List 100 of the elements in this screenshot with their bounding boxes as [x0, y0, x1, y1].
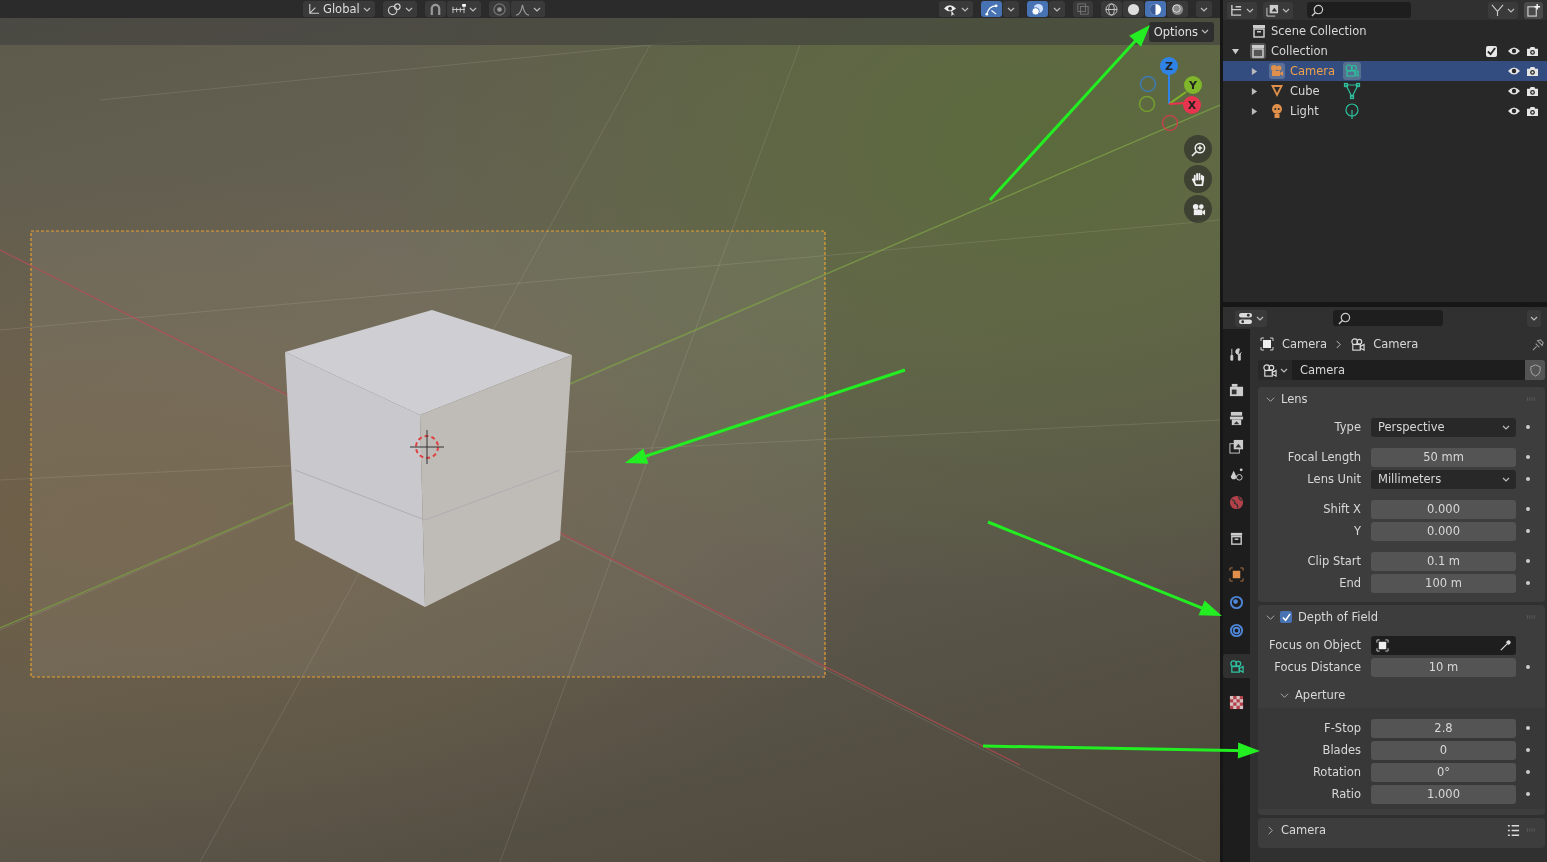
render-camera-icon[interactable] — [1526, 65, 1539, 77]
falloff-curve-icon — [514, 2, 530, 16]
mesh-data-icon[interactable] — [1343, 82, 1361, 100]
eye-icon[interactable] — [1507, 86, 1521, 96]
pin-icon[interactable] — [1532, 337, 1545, 351]
light-data-icon[interactable] — [1343, 102, 1361, 120]
collection-box-icon — [1252, 24, 1266, 38]
overlays-dropdown[interactable] — [1049, 1, 1065, 17]
checkbox[interactable] — [1486, 45, 1497, 57]
outliner-row[interactable]: Light — [1223, 101, 1547, 121]
property-label: Focal Length — [1286, 450, 1362, 464]
number-field[interactable]: 1.000 — [1371, 784, 1516, 804]
search-field[interactable] — [1307, 2, 1411, 18]
render-camera-icon[interactable] — [1526, 85, 1539, 97]
keyframe-dot[interactable] — [1526, 455, 1530, 459]
checkbox[interactable] — [1280, 611, 1292, 623]
snap-toggle[interactable] — [424, 1, 446, 17]
gizmo-dropdown[interactable] — [1003, 1, 1019, 17]
keyframe-dot[interactable] — [1526, 581, 1530, 585]
keyframe-dot[interactable] — [1526, 748, 1530, 752]
eye-icon[interactable] — [1507, 46, 1521, 56]
data-browse-dropdown[interactable] — [1258, 360, 1292, 380]
number-field[interactable]: 0 — [1371, 740, 1516, 760]
number-field[interactable]: 100 m — [1371, 573, 1516, 593]
properties-tab[interactable] — [1223, 654, 1250, 678]
falloff-dropdown[interactable] — [510, 1, 545, 17]
shading-mode-button[interactable] — [1123, 1, 1144, 17]
collapsed-triangle-icon[interactable] — [1251, 67, 1258, 75]
search-field[interactable] — [1333, 310, 1443, 326]
transform-orientation-dropdown[interactable]: Global — [303, 1, 375, 17]
overlays-toggle[interactable] — [1027, 1, 1048, 17]
xray-icon — [1077, 3, 1089, 15]
shading-mode-button[interactable] — [1101, 1, 1122, 17]
fake-user-button[interactable] — [1525, 360, 1545, 380]
expanded-triangle-icon[interactable] — [1232, 47, 1239, 55]
shading-dropdown[interactable] — [1196, 1, 1212, 17]
filter-dropdown[interactable] — [1263, 1, 1293, 19]
eye-icon[interactable] — [1507, 106, 1521, 116]
keyframe-dot[interactable] — [1526, 792, 1530, 796]
keyframe-dot[interactable] — [1526, 770, 1530, 774]
tree-item[interactable]: Scene Collection — [1271, 24, 1367, 38]
pivot-point-dropdown[interactable] — [382, 1, 417, 17]
outliner-row[interactable]: Camera — [1223, 61, 1547, 81]
number-field[interactable]: 10 m — [1371, 657, 1516, 677]
dropdown[interactable]: Millimeters — [1371, 469, 1516, 489]
object-field[interactable] — [1371, 635, 1516, 655]
property-label: Ratio — [1330, 787, 1362, 801]
shading-mode-button[interactable] — [1145, 1, 1166, 17]
eyedropper-icon[interactable] — [1499, 638, 1512, 652]
proportional-editing-toggle[interactable] — [488, 1, 510, 17]
chevron-down-icon[interactable] — [1280, 690, 1289, 700]
chevron-down-icon[interactable] — [1266, 612, 1275, 622]
number-field[interactable]: 2.8 — [1371, 718, 1516, 738]
zoom-button[interactable] — [1184, 135, 1212, 163]
visibility-dropdown[interactable] — [939, 1, 973, 17]
shading-mode-button[interactable] — [1167, 1, 1188, 17]
magnet-icon — [428, 2, 442, 16]
render-camera-icon[interactable] — [1526, 45, 1539, 57]
render-camera-icon[interactable] — [1526, 105, 1539, 117]
number-field[interactable]: 0.1 m — [1371, 551, 1516, 571]
panel-title[interactable]: Camera — [1281, 823, 1327, 837]
display-mode-dropdown[interactable] — [1227, 1, 1257, 19]
number-field[interactable]: 0.000 — [1371, 499, 1516, 519]
xray-toggle[interactable] — [1073, 1, 1093, 17]
number-field[interactable]: 0.000 — [1371, 521, 1516, 541]
property-label: Clip Start — [1306, 554, 1362, 568]
new-collection-button[interactable] — [1524, 1, 1543, 19]
keyframe-dot[interactable] — [1526, 507, 1530, 511]
camera-view-button[interactable] — [1184, 195, 1212, 223]
panel-title[interactable]: Lens — [1281, 392, 1308, 406]
number-field[interactable]: 0° — [1371, 762, 1516, 782]
magnifier-plus-icon — [1190, 141, 1206, 157]
panel-title[interactable]: Depth of Field — [1298, 610, 1378, 624]
editor-type-dropdown[interactable] — [1235, 309, 1267, 327]
datablock-name-field[interactable]: Camera — [1292, 360, 1525, 380]
caret-icon — [961, 6, 969, 12]
keyframe-dot[interactable] — [1526, 665, 1530, 669]
collapsed-triangle-icon[interactable] — [1251, 107, 1258, 115]
eye-icon[interactable] — [1507, 66, 1521, 76]
keyframe-dot[interactable] — [1526, 726, 1530, 730]
presets-list-icon[interactable] — [1507, 823, 1520, 837]
keyframe-dot[interactable] — [1526, 477, 1530, 481]
options-dropdown[interactable] — [1527, 309, 1541, 327]
dropdown[interactable]: Perspective — [1371, 417, 1516, 437]
chevron-right-icon[interactable] — [1266, 825, 1275, 835]
render-icon — [1229, 382, 1244, 398]
keyframe-dot[interactable] — [1526, 425, 1530, 429]
tree-item[interactable]: Collection — [1271, 44, 1328, 58]
chevron-down-icon[interactable] — [1266, 394, 1275, 404]
number-field[interactable]: 50 mm — [1371, 447, 1516, 467]
overlapping-circles-icon — [1031, 2, 1044, 16]
collapsed-triangle-icon[interactable] — [1251, 87, 1258, 95]
keyframe-dot[interactable] — [1526, 559, 1530, 563]
snap-target-dropdown[interactable] — [446, 1, 481, 17]
subpanel-title[interactable]: Aperture — [1295, 688, 1346, 702]
pan-button[interactable] — [1184, 165, 1212, 193]
keyframe-dot[interactable] — [1526, 529, 1530, 533]
gizmo-toggle[interactable] — [981, 1, 1002, 17]
filter-funnel-dropdown[interactable] — [1488, 1, 1518, 19]
outliner-row[interactable]: Cube — [1223, 81, 1547, 101]
